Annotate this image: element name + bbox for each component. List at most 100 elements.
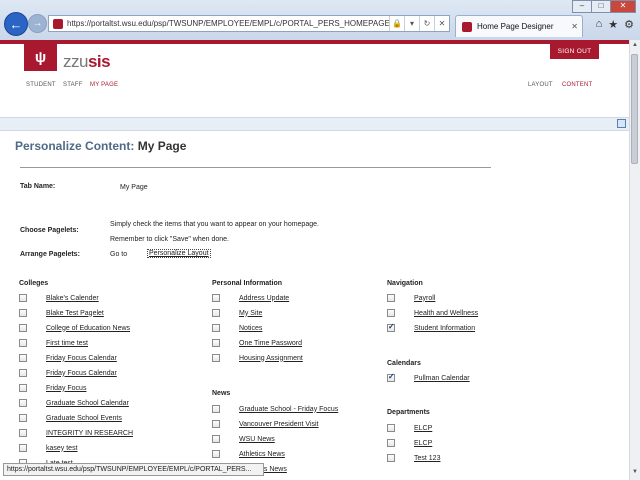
nav-staff[interactable]: STAFF bbox=[63, 82, 83, 88]
pagelet-checkbox[interactable] bbox=[19, 324, 27, 332]
stop-icon[interactable]: ✕ bbox=[434, 16, 449, 31]
pagelet-checkbox[interactable] bbox=[19, 414, 27, 422]
personalize-layout-link[interactable]: Personalize Layout bbox=[147, 249, 211, 258]
pagelet-checkbox[interactable] bbox=[212, 450, 220, 458]
pagelet-link[interactable]: Graduate School Calendar bbox=[46, 400, 129, 407]
pagelet-checkbox[interactable] bbox=[19, 309, 27, 317]
forward-button[interactable]: → bbox=[28, 14, 47, 33]
pagelet-link[interactable]: INTEGRITY IN RESEARCH bbox=[46, 430, 133, 437]
pagelet-item: Health and Wellness bbox=[387, 307, 478, 319]
refresh-icon[interactable]: ↻ bbox=[419, 16, 434, 31]
pagelet-checkbox[interactable] bbox=[387, 294, 395, 302]
pagelet-item: WSU News bbox=[212, 433, 275, 445]
pagelet-checkbox[interactable] bbox=[19, 399, 27, 407]
lock-icon[interactable]: 🔒 bbox=[389, 16, 404, 31]
address-url[interactable]: https://portaltst.wsu.edu/psp/TWSUNP/EMP… bbox=[67, 19, 389, 28]
nav-content[interactable]: CONTENT bbox=[562, 82, 592, 88]
wsu-logo-icon[interactable]: ψ bbox=[24, 44, 57, 71]
pagelet-checkbox[interactable] bbox=[19, 354, 27, 362]
pagelet-link[interactable]: My Site bbox=[239, 310, 262, 317]
favorites-star-icon[interactable]: ★ bbox=[608, 18, 618, 31]
brand-logo[interactable]: zzusis bbox=[63, 52, 111, 72]
pagelet-checkbox[interactable] bbox=[212, 309, 220, 317]
pagelet-checkbox[interactable] bbox=[387, 322, 395, 332]
page-title-name: My Page bbox=[137, 139, 187, 153]
pagelet-link[interactable]: Payroll bbox=[414, 295, 435, 302]
pagelet-link[interactable]: First time test bbox=[46, 340, 88, 347]
pagelet-item: Friday Focus Calendar bbox=[19, 367, 117, 379]
pagelet-checkbox[interactable] bbox=[212, 339, 220, 347]
pagelet-checkbox[interactable] bbox=[387, 309, 395, 317]
tab-close-icon[interactable]: ✕ bbox=[571, 22, 578, 31]
close-window-button[interactable]: ✕ bbox=[610, 0, 636, 13]
pagelet-item: Student Information bbox=[387, 322, 475, 334]
pagelet-link[interactable]: Notices bbox=[239, 325, 262, 332]
pagelet-link[interactable]: Athletics News bbox=[239, 451, 285, 458]
pagelet-link[interactable]: Friday Focus Calendar bbox=[46, 355, 117, 362]
pagelet-item: Blake's Calender bbox=[19, 292, 99, 304]
pagelet-checkbox[interactable] bbox=[212, 435, 220, 443]
pagelet-checkbox[interactable] bbox=[212, 324, 220, 332]
pagelet-link[interactable]: Blake's Calender bbox=[46, 295, 99, 302]
nav-layout[interactable]: LAYOUT bbox=[528, 82, 553, 88]
nav-my-page[interactable]: MY PAGE bbox=[90, 82, 118, 88]
pagelet-checkbox[interactable] bbox=[387, 454, 395, 462]
pagelet-link[interactable]: Graduate School - Friday Focus bbox=[239, 406, 349, 413]
pagelet-link[interactable]: One Time Password bbox=[239, 340, 302, 347]
page-toolbar bbox=[0, 117, 630, 131]
pagelet-link[interactable]: Friday Focus bbox=[46, 385, 86, 392]
pagelet-checkbox[interactable] bbox=[19, 384, 27, 392]
pagelet-link[interactable]: Pullman Calendar bbox=[414, 375, 470, 382]
pagelet-item: INTEGRITY IN RESEARCH bbox=[19, 427, 133, 439]
pagelet-item: ELCP bbox=[387, 422, 432, 434]
pagelet-link[interactable]: Test 123 bbox=[414, 455, 440, 462]
pagelet-item: kasey test bbox=[19, 442, 78, 454]
pagelet-link[interactable]: Blake Test Pagelet bbox=[46, 310, 104, 317]
pagelet-link[interactable]: Graduate School Events bbox=[46, 415, 122, 422]
pagelet-link[interactable]: ELCP bbox=[414, 440, 432, 447]
pagelet-item: Payroll bbox=[387, 292, 435, 304]
settings-gear-icon[interactable]: ⚙ bbox=[624, 18, 634, 31]
pagelet-checkbox[interactable] bbox=[19, 429, 27, 437]
pagelet-item: ELCP bbox=[387, 437, 432, 449]
pagelet-checkbox[interactable] bbox=[212, 405, 220, 413]
pagelet-item: My Site bbox=[212, 307, 262, 319]
new-window-icon[interactable] bbox=[617, 119, 626, 128]
pagelet-checkbox[interactable] bbox=[212, 354, 220, 362]
pagelet-link[interactable]: Student Information bbox=[414, 325, 475, 332]
pagelet-item: Blake Test Pagelet bbox=[19, 307, 104, 319]
nav-student[interactable]: STUDENT bbox=[26, 82, 56, 88]
pagelet-checkbox[interactable] bbox=[212, 294, 220, 302]
pagelet-link[interactable]: Vancouver President Visit bbox=[239, 421, 319, 428]
pagelet-checkbox[interactable] bbox=[19, 294, 27, 302]
pagelet-checkbox[interactable] bbox=[19, 339, 27, 347]
pagelet-link[interactable]: College of Education News bbox=[46, 325, 130, 332]
maximize-button[interactable]: □ bbox=[591, 0, 611, 13]
pagelet-item: Address Update bbox=[212, 292, 289, 304]
pagelet-checkbox[interactable] bbox=[19, 444, 27, 452]
pagelet-item: Housing Assignment bbox=[212, 352, 303, 364]
home-icon[interactable]: ⌂ bbox=[596, 18, 603, 31]
pagelet-checkbox[interactable] bbox=[19, 369, 27, 377]
pagelet-link[interactable]: Housing Assignment bbox=[239, 355, 303, 362]
pagelet-link[interactable]: Health and Wellness bbox=[414, 310, 478, 317]
minimize-button[interactable]: – bbox=[572, 0, 592, 13]
pagelet-link[interactable]: kasey test bbox=[46, 445, 78, 452]
scroll-down-icon[interactable]: ▼ bbox=[630, 469, 640, 478]
scroll-up-icon[interactable]: ▲ bbox=[630, 42, 640, 51]
pagelet-checkbox[interactable] bbox=[387, 372, 395, 382]
scroll-thumb[interactable] bbox=[631, 54, 638, 164]
sign-out-button[interactable]: SIGN OUT bbox=[550, 44, 599, 59]
pagelet-link[interactable]: ELCP bbox=[414, 425, 432, 432]
dropdown-icon[interactable]: ▾ bbox=[404, 16, 419, 31]
browser-tab[interactable]: Home Page Designer ✕ bbox=[455, 15, 583, 37]
pagelet-link[interactable]: WSU News bbox=[239, 436, 275, 443]
pagelet-checkbox[interactable] bbox=[387, 424, 395, 432]
back-button[interactable]: ← bbox=[4, 12, 28, 36]
page-scrollbar[interactable]: ▲ ▼ bbox=[629, 40, 640, 480]
address-bar[interactable]: https://portaltst.wsu.edu/psp/TWSUNP/EMP… bbox=[48, 15, 450, 32]
pagelet-link[interactable]: Address Update bbox=[239, 295, 289, 302]
pagelet-checkbox[interactable] bbox=[212, 420, 220, 428]
pagelet-checkbox[interactable] bbox=[387, 439, 395, 447]
pagelet-link[interactable]: Friday Focus Calendar bbox=[46, 370, 117, 377]
